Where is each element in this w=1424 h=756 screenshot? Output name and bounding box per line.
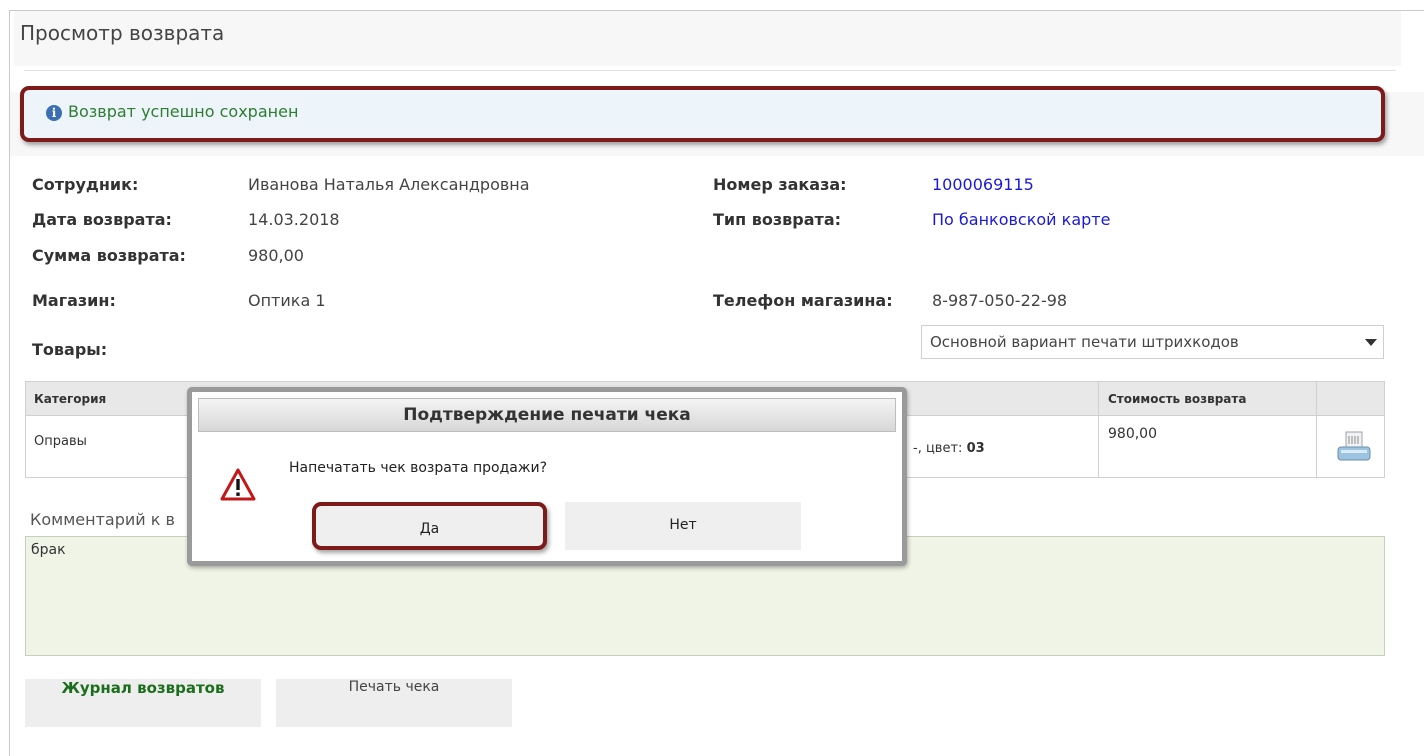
description-cell: -, цвет: 03 xyxy=(913,441,985,456)
employee-label: Сотрудник: xyxy=(32,175,139,194)
return-date-value: 14.03.2018 xyxy=(248,210,340,229)
store-phone-value: 8-987-050-22-98 xyxy=(932,291,1068,310)
description-color-value: 03 xyxy=(966,441,985,456)
info-icon: i xyxy=(46,105,62,121)
return-type-label: Тип возврата: xyxy=(713,210,842,229)
store-phone-label: Телефон магазина: xyxy=(713,291,893,310)
cost-cell: 980,00 xyxy=(1108,426,1157,442)
dialog-message: Напечатать чек возрата продажи? xyxy=(289,460,548,476)
dialog-header: Подтверждение печати чека xyxy=(198,398,896,432)
store-value: Оптика 1 xyxy=(248,291,326,310)
printer-icon[interactable] xyxy=(1335,430,1373,464)
store-label: Магазин: xyxy=(32,291,116,310)
return-sum-label: Сумма возврата: xyxy=(32,246,186,265)
confirm-no-button[interactable]: Нет xyxy=(565,502,801,550)
column-header-cost: Стоимость возврата xyxy=(1108,392,1247,406)
print-confirm-dialog: Подтверждение печати чека Напечатать чек… xyxy=(187,387,907,566)
goods-label: Товары: xyxy=(32,340,108,359)
notice-text: Возврат успешно сохранен xyxy=(68,102,299,121)
success-notice: i Возврат успешно сохранен xyxy=(20,86,1385,142)
page-title: Просмотр возврата xyxy=(20,21,225,45)
return-type-link[interactable]: По банковской карте xyxy=(932,210,1110,229)
return-date-label: Дата возврата: xyxy=(32,210,172,229)
comment-value: брак xyxy=(31,542,66,558)
barcode-print-select-value: Основной вариант печати штрихкодов xyxy=(930,333,1239,351)
return-sum-value: 980,00 xyxy=(248,246,304,265)
description-text: -, цвет: xyxy=(913,441,967,456)
barcode-print-select[interactable]: Основной вариант печати штрихкодов xyxy=(921,325,1384,359)
chevron-down-icon xyxy=(1365,339,1377,346)
confirm-yes-button[interactable]: Да xyxy=(312,502,547,550)
order-number-label: Номер заказа: xyxy=(713,175,847,194)
returns-journal-button[interactable]: Журнал возвратов xyxy=(25,679,261,727)
dialog-title: Подтверждение печати чека xyxy=(403,405,691,425)
order-number-link[interactable]: 1000069115 xyxy=(932,175,1034,194)
category-cell: Оправы xyxy=(34,434,87,449)
comment-label: Комментарий к в xyxy=(30,510,175,529)
print-receipt-button[interactable]: Печать чека xyxy=(276,679,512,727)
column-divider xyxy=(1098,382,1099,477)
title-divider xyxy=(24,70,1396,71)
column-divider xyxy=(1316,382,1317,477)
warning-icon xyxy=(220,468,256,501)
column-header-category: Категория xyxy=(34,392,107,406)
employee-value: Иванова Наталья Александровна xyxy=(248,175,530,194)
